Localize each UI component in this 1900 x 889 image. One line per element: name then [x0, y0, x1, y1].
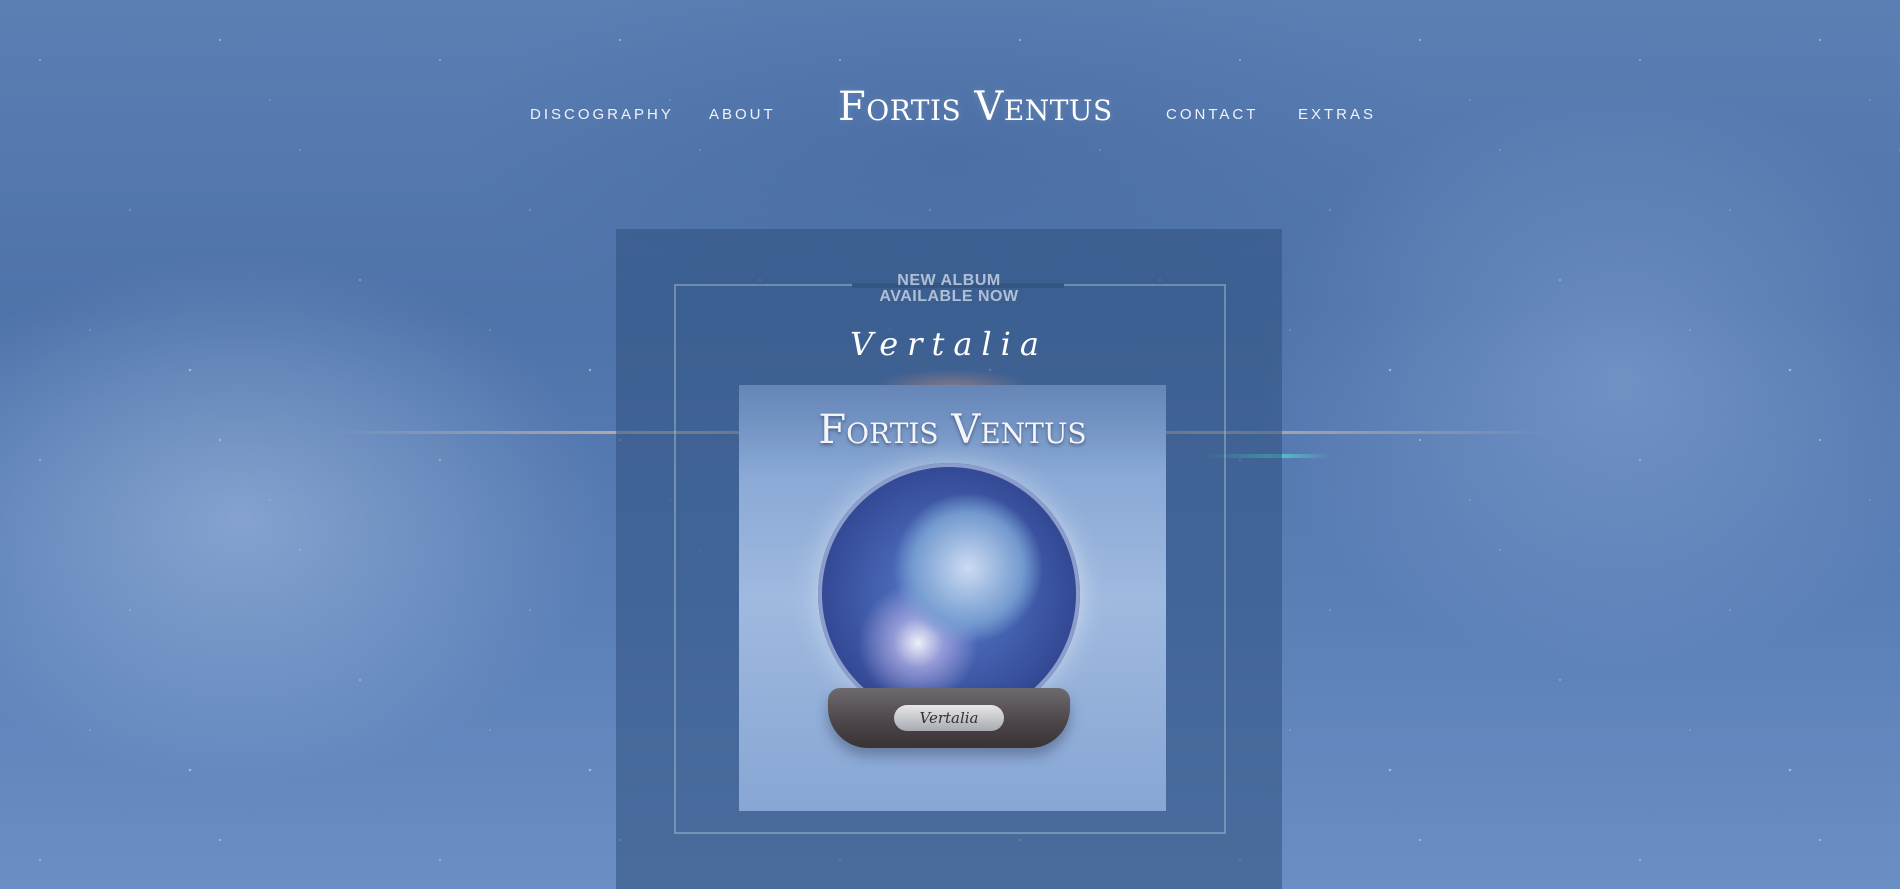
- cover-plaque: Vertalia: [894, 705, 1004, 731]
- new-album-line2: AVAILABLE NOW: [879, 288, 1019, 305]
- nav-discography[interactable]: DISCOGRAPHY: [530, 106, 674, 123]
- nav-contact[interactable]: CONTACT: [1166, 106, 1258, 123]
- nav-extras[interactable]: EXTRAS: [1298, 106, 1376, 123]
- snow-globe: [818, 463, 1080, 725]
- main-navigation: DISCOGRAPHY ABOUT Fortis Ventus CONTACT …: [0, 0, 1900, 230]
- site-logo[interactable]: Fortis Ventus: [838, 84, 1113, 130]
- new-album-link[interactable]: NEW ALBUM AVAILABLE NOW: [616, 273, 1282, 305]
- new-album-panel: NEW ALBUM AVAILABLE NOW Vertalia Fortis …: [616, 229, 1282, 889]
- album-title: Vertalia: [850, 325, 1048, 363]
- nav-about[interactable]: ABOUT: [709, 106, 776, 123]
- cover-band-logo: Fortis Ventus: [818, 407, 1087, 453]
- new-album-line1: NEW ALBUM: [897, 272, 1001, 289]
- album-cover-image[interactable]: Fortis Ventus Vertalia: [739, 385, 1166, 811]
